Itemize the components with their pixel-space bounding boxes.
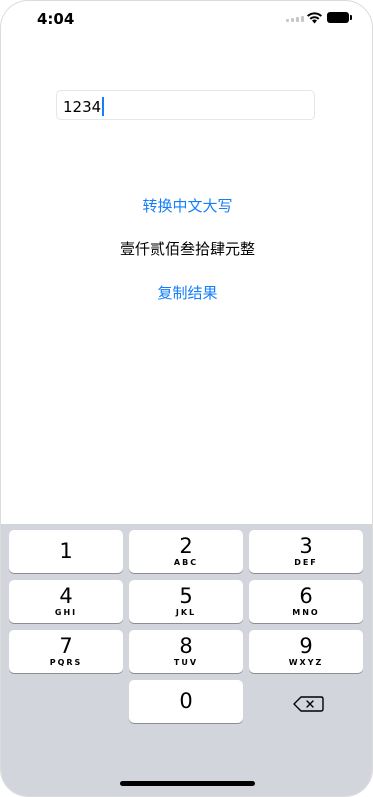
home-indicator [120, 781, 255, 786]
key-8[interactable]: 8 TUV [129, 630, 243, 673]
cellular-signal-icon [286, 14, 308, 22]
key-letters: DEF [294, 558, 318, 567]
key-4[interactable]: 4 GHI [9, 580, 123, 623]
convert-button[interactable]: 转换中文大写 [1, 195, 372, 216]
key-digit: 3 [299, 534, 313, 558]
numeric-keypad: 1 2 ABC 3 DEF 4 GHI 5 JKL 6 MNO 7 PQRS 8 [1, 524, 372, 796]
key-9[interactable]: 9 WXYZ [249, 630, 363, 673]
key-letters: MNO [292, 608, 320, 617]
key-letters: JKL [175, 608, 197, 617]
key-0[interactable]: 0 [129, 680, 243, 723]
key-letters: ABC [173, 558, 199, 567]
key-digit: 8 [179, 634, 193, 658]
key-5[interactable]: 5 JKL [129, 580, 243, 623]
phone-screen: 4:04 1234 转换中文大写 壹仟贰佰叁拾肆元整 复制结果 1 2 ABC [0, 0, 373, 797]
wifi-icon [307, 12, 322, 24]
battery-icon [327, 12, 352, 23]
key-digit: 4 [59, 584, 73, 608]
key-letters: TUV [173, 658, 199, 667]
key-digit: 9 [299, 634, 313, 658]
status-bar: 4:04 [1, 1, 372, 37]
key-1[interactable]: 1 [9, 530, 123, 573]
text-caret [102, 97, 105, 116]
key-digit: 5 [179, 584, 193, 608]
status-time: 4:04 [37, 10, 75, 28]
key-3[interactable]: 3 DEF [249, 530, 363, 573]
result-text: 壹仟贰佰叁拾肆元整 [119, 240, 255, 258]
key-2[interactable]: 2 ABC [129, 530, 243, 573]
key-6[interactable]: 6 MNO [249, 580, 363, 623]
number-input-value: 1234 [63, 97, 102, 116]
key-digit: 1 [59, 539, 73, 563]
backspace-icon[interactable] [288, 689, 328, 719]
key-digit: 7 [59, 634, 73, 658]
key-letters: GHI [54, 608, 78, 617]
key-letters: WXYZ [288, 658, 324, 667]
number-input[interactable]: 1234 [56, 90, 315, 120]
key-digit: 6 [299, 584, 313, 608]
key-7[interactable]: 7 PQRS [9, 630, 123, 673]
key-digit: 0 [179, 689, 193, 713]
key-letters: PQRS [49, 658, 83, 667]
key-digit: 2 [179, 534, 193, 558]
copy-result-button[interactable]: 复制结果 [1, 282, 372, 303]
